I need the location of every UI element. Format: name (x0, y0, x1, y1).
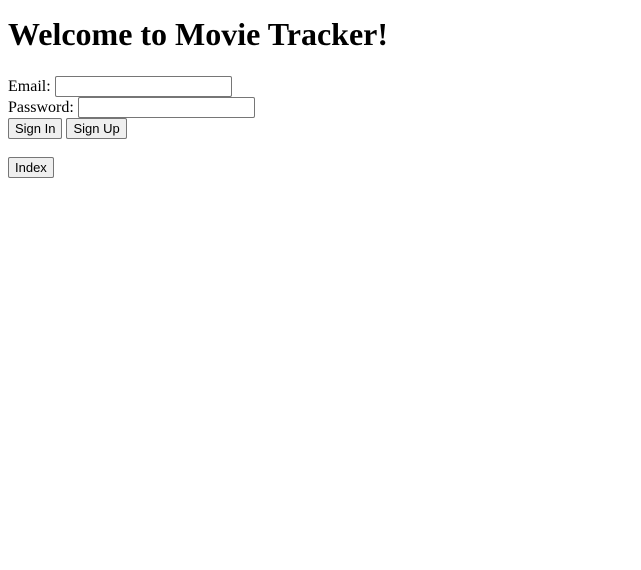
password-field[interactable] (77, 97, 255, 118)
email-row: Email: (8, 76, 232, 97)
page-title: Welcome to Movie Tracker! (8, 16, 388, 52)
password-label: Password: (8, 99, 74, 116)
auth-buttons: Sign In Sign Up (8, 118, 131, 139)
password-row: Password: (8, 97, 255, 118)
index-row: Index (8, 157, 58, 178)
sign-in-button[interactable]: Sign In (8, 118, 63, 139)
email-field[interactable] (54, 76, 232, 97)
email-label: Email: (8, 78, 51, 95)
sign-up-button[interactable]: Sign Up (66, 118, 127, 139)
index-button[interactable]: Index (8, 157, 54, 178)
